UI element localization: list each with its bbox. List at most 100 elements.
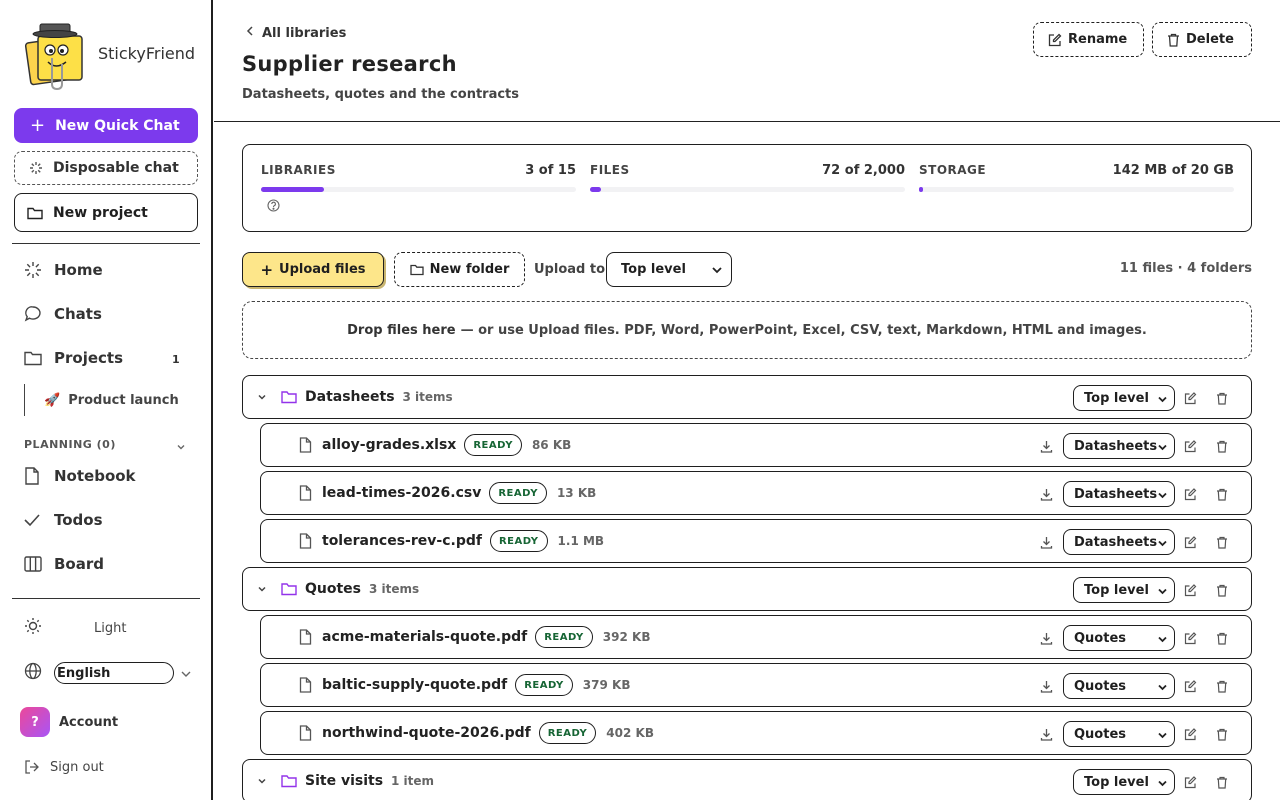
edit-icon[interactable] — [1175, 727, 1206, 741]
new-quick-chat-button[interactable]: + New Quick Chat — [14, 108, 198, 143]
trash-icon[interactable] — [1206, 584, 1237, 597]
move-to-value: Datasheets — [1074, 486, 1158, 502]
usage-bar — [919, 187, 923, 192]
chevron-down-icon[interactable] — [257, 392, 267, 402]
chevron-down-icon[interactable] — [180, 664, 192, 683]
brand[interactable]: StickyFriend — [22, 18, 195, 90]
edit-icon[interactable] — [1175, 631, 1206, 645]
usage-bar — [261, 187, 324, 192]
chevron-down-icon[interactable] — [257, 584, 267, 594]
sidebar-item-projects[interactable]: Projects — [24, 349, 123, 367]
file-row[interactable]: alloy-grades.xlsx READY 86 KB Datasheets — [260, 423, 1252, 467]
folder-icon — [409, 264, 424, 276]
upload-to-select[interactable]: Top level — [606, 252, 732, 287]
account-button[interactable]: ? Account — [20, 707, 118, 737]
edit-icon — [1048, 33, 1062, 47]
sidebar-item-todos[interactable]: Todos — [24, 511, 103, 529]
download-icon[interactable] — [1040, 728, 1053, 741]
move-to-select[interactable]: Top level — [1073, 577, 1175, 603]
trash-icon[interactable] — [1206, 632, 1237, 645]
trash-icon[interactable] — [1206, 728, 1237, 741]
sidebar-item-chats[interactable]: Chats — [24, 305, 102, 323]
folder-row[interactable]: Site visits 1 item Top level — [242, 759, 1252, 800]
file-name: alloy-grades.xlsx — [322, 437, 457, 453]
edit-icon[interactable] — [1175, 487, 1206, 501]
sidebar-item-notebook[interactable]: Notebook — [24, 467, 136, 485]
download-icon[interactable] — [1040, 440, 1053, 453]
edit-icon[interactable] — [1175, 439, 1206, 453]
trash-icon[interactable] — [1206, 536, 1237, 549]
trash-icon[interactable] — [1206, 440, 1237, 453]
upload-to-value: Top level — [621, 262, 686, 277]
sidebar: StickyFriend + New Quick Chat Disposable… — [0, 0, 213, 800]
file-size: 402 KB — [606, 726, 654, 740]
folder-name: Quotes — [305, 581, 362, 597]
sign-out-icon — [24, 759, 40, 775]
trash-icon[interactable] — [1206, 392, 1237, 405]
notebook-label: Notebook — [54, 467, 136, 485]
edit-icon[interactable] — [1175, 391, 1206, 405]
move-to-select[interactable]: Top level — [1073, 769, 1175, 795]
product-launch-label: Product launch — [68, 392, 179, 408]
move-to-select[interactable]: Datasheets — [1063, 433, 1175, 459]
disposable-chat-label: Disposable chat — [53, 160, 179, 176]
file-size: 1.1 MB — [557, 534, 605, 548]
usage-value: 142 MB of 20 GB — [1112, 163, 1234, 178]
new-project-button[interactable]: New project — [14, 193, 198, 232]
file-row[interactable]: baltic-supply-quote.pdf READY 379 KB Quotes — [260, 663, 1252, 707]
move-to-select[interactable]: Quotes — [1063, 625, 1175, 651]
edit-icon[interactable] — [1175, 583, 1206, 597]
move-to-select[interactable]: Quotes — [1063, 721, 1175, 747]
file-name: acme-materials-quote.pdf — [322, 629, 528, 645]
all-libraries-link[interactable]: All libraries — [246, 25, 346, 41]
drop-zone[interactable]: Drop files here — or use Upload files. P… — [242, 301, 1252, 359]
row-actions: Datasheets — [1040, 481, 1237, 507]
theme-toggle[interactable]: Light — [24, 617, 126, 639]
download-icon[interactable] — [1040, 680, 1053, 693]
folder-row[interactable]: Datasheets 3 items Top level — [242, 375, 1252, 419]
help-circle-icon[interactable] — [267, 197, 280, 216]
new-quick-chat-label: New Quick Chat — [55, 117, 180, 134]
trash-icon[interactable] — [1206, 488, 1237, 501]
chevron-down-icon[interactable] — [257, 776, 267, 786]
move-to-select[interactable]: Datasheets — [1063, 481, 1175, 507]
move-to-select[interactable]: Top level — [1073, 385, 1175, 411]
move-to-value: Datasheets — [1074, 438, 1158, 454]
chevron-down-icon[interactable] — [176, 437, 186, 456]
disposable-chat-button[interactable]: Disposable chat — [14, 151, 198, 185]
chevron-down-icon — [1157, 777, 1168, 792]
language-select[interactable]: English — [54, 662, 174, 684]
upload-files-button[interactable]: + Upload files — [242, 252, 384, 287]
sun-burst-icon — [24, 261, 44, 279]
projects-label: Projects — [54, 349, 124, 367]
file-row[interactable]: acme-materials-quote.pdf READY 392 KB Quote… — [260, 615, 1252, 659]
move-to-select[interactable]: Datasheets — [1063, 529, 1175, 555]
file-row[interactable]: lead-times-2026.csv READY 13 KB Datasheets — [260, 471, 1252, 515]
folder-row[interactable]: Quotes 3 items Top level — [242, 567, 1252, 611]
move-to-select[interactable]: Quotes — [1063, 673, 1175, 699]
chevron-down-icon — [1157, 633, 1168, 648]
edit-icon[interactable] — [1175, 535, 1206, 549]
file-row[interactable]: northwind-quote-2026.pdf READY 402 KB Quote… — [260, 711, 1252, 755]
sidebar-item-home[interactable]: Home — [24, 261, 103, 279]
sign-out-button[interactable]: Sign out — [24, 759, 104, 775]
rename-button[interactable]: Rename — [1033, 22, 1144, 57]
chevron-down-icon — [1157, 537, 1168, 552]
trash-icon[interactable] — [1206, 680, 1237, 693]
edit-icon[interactable] — [1175, 679, 1206, 693]
sidebar-divider — [12, 243, 200, 244]
download-icon[interactable] — [1040, 536, 1053, 549]
file-row[interactable]: tolerances-rev-c.pdf READY 1.1 MB Datasheet… — [260, 519, 1252, 563]
globe-icon — [24, 662, 42, 684]
delete-button[interactable]: Delete — [1152, 22, 1252, 57]
download-icon[interactable] — [1040, 488, 1053, 501]
sidebar-item-product-launch[interactable]: 🚀 Product launch — [24, 384, 179, 416]
edit-icon[interactable] — [1175, 775, 1206, 789]
ready-badge: READY — [538, 722, 597, 744]
new-folder-button[interactable]: New folder — [394, 252, 525, 287]
download-icon[interactable] — [1040, 632, 1053, 645]
chevron-down-icon — [711, 264, 723, 279]
usage-track — [261, 187, 576, 192]
trash-icon[interactable] — [1206, 776, 1237, 789]
sidebar-item-board[interactable]: Board — [24, 555, 104, 573]
